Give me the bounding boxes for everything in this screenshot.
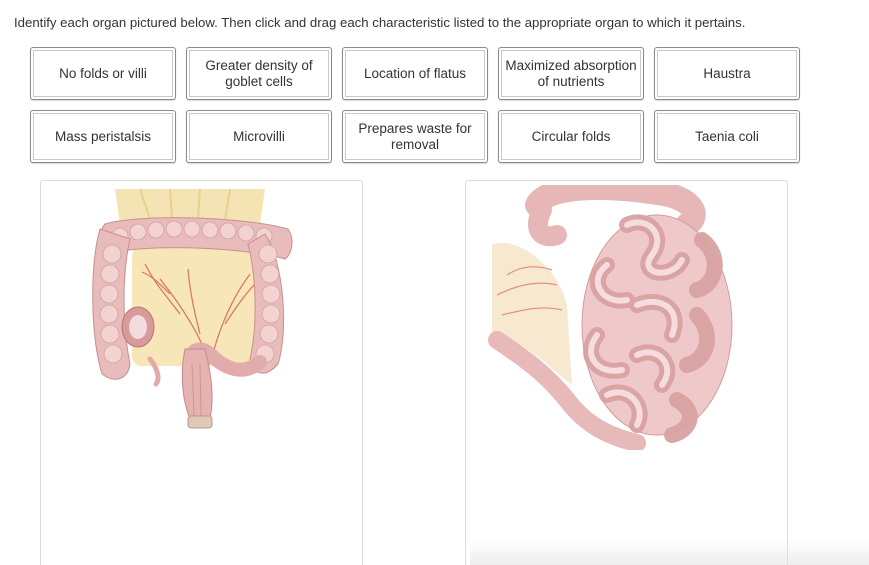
chip-taenia-coli[interactable]: Taenia coli [654, 110, 800, 163]
large-intestine-illustration-icon [92, 188, 293, 429]
small-intestine-illustration-icon [488, 185, 733, 450]
chip-circular-folds[interactable]: Circular folds [498, 110, 644, 163]
chip-maximized-absorption[interactable]: Maximized absorption of nutrients [498, 47, 644, 100]
chip-greater-density-goblet-cells[interactable]: Greater density of goblet cells [186, 47, 332, 100]
chip-microvilli[interactable]: Microvilli [186, 110, 332, 163]
chip-mass-peristalsis[interactable]: Mass peristalsis [30, 110, 176, 163]
characteristics-bank: No folds or villi Greater density of gob… [30, 47, 800, 163]
instructions-text: Identify each organ pictured below. Then… [14, 15, 746, 30]
chip-location-of-flatus[interactable]: Location of flatus [342, 47, 488, 100]
chip-prepares-waste[interactable]: Prepares waste for removal [342, 110, 488, 163]
chip-no-folds-or-villi[interactable]: No folds or villi [30, 47, 176, 100]
chip-haustra[interactable]: Haustra [654, 47, 800, 100]
